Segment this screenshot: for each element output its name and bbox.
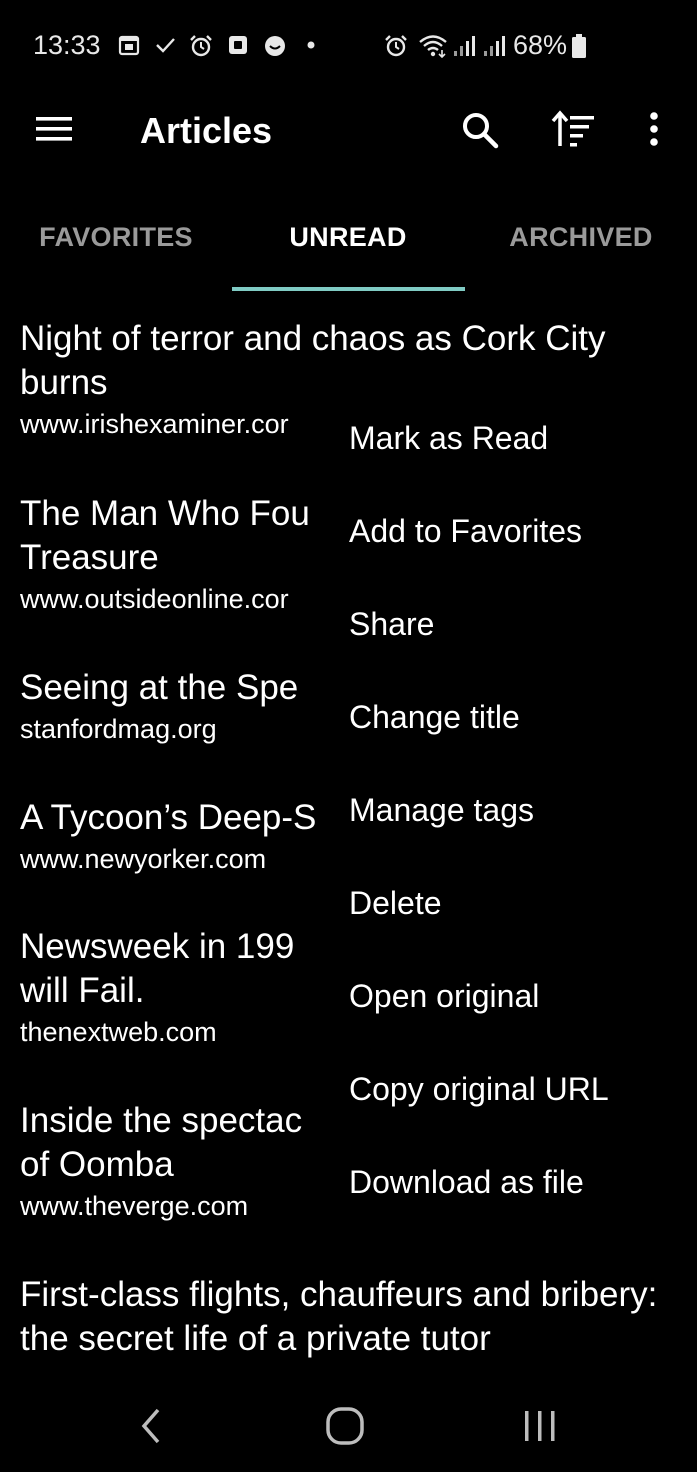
article-title: Inside the spectac of Oomba bbox=[20, 1101, 303, 1184]
search-icon[interactable] bbox=[460, 110, 500, 150]
menu-item-add-favorites[interactable]: Add to Favorites bbox=[349, 513, 582, 550]
tab-bar: FAVORITES UNREAD ARCHIVED bbox=[0, 200, 697, 295]
alarm-icon bbox=[385, 35, 407, 57]
tab-archived[interactable]: ARCHIVED bbox=[465, 222, 697, 253]
tab-indicator bbox=[232, 287, 465, 291]
status-time: 13:33 bbox=[33, 30, 101, 60]
menu-item-copy-url[interactable]: Copy original URL bbox=[349, 1071, 609, 1108]
calendar-icon bbox=[118, 35, 140, 56]
recent-apps-icon[interactable] bbox=[522, 1408, 558, 1444]
battery-percent: 68% bbox=[513, 30, 568, 60]
tab-unread[interactable]: UNREAD bbox=[232, 222, 464, 253]
article-title: Newsweek in 199 will Fail. bbox=[20, 927, 295, 1010]
status-bar: 13:33 68% bbox=[0, 0, 697, 92]
wifi-icon bbox=[419, 35, 447, 58]
menu-icon[interactable] bbox=[34, 114, 74, 144]
menu-item-change-title[interactable]: Change title bbox=[349, 699, 520, 736]
sort-icon[interactable] bbox=[550, 110, 596, 150]
signal-icon bbox=[454, 36, 475, 56]
article-title: First-class flights, chauffeurs and brib… bbox=[20, 1275, 658, 1358]
article-title: The Man Who Fou Treasure bbox=[20, 494, 310, 577]
system-nav-bar bbox=[0, 1378, 697, 1472]
menu-item-manage-tags[interactable]: Manage tags bbox=[349, 792, 534, 829]
smiley-app-icon bbox=[265, 36, 285, 56]
page-title: Articles bbox=[140, 110, 273, 151]
more-vert-icon[interactable] bbox=[646, 110, 662, 150]
battery-icon bbox=[572, 34, 586, 58]
check-icon bbox=[156, 38, 175, 53]
back-icon[interactable] bbox=[136, 1406, 164, 1446]
menu-item-open-original[interactable]: Open original bbox=[349, 978, 539, 1015]
menu-item-delete[interactable]: Delete bbox=[349, 885, 442, 922]
signal-icon bbox=[484, 36, 505, 56]
context-menu: Mark as Read Add to Favorites Share Chan… bbox=[318, 392, 697, 1248]
home-icon[interactable] bbox=[325, 1406, 365, 1446]
alarm-icon bbox=[190, 35, 212, 57]
tab-favorites[interactable]: FAVORITES bbox=[0, 222, 232, 253]
menu-item-share[interactable]: Share bbox=[349, 606, 434, 643]
square-app-icon bbox=[229, 36, 247, 54]
dot-icon bbox=[307, 41, 315, 49]
app-bar: Articles bbox=[0, 92, 697, 172]
menu-item-download-file[interactable]: Download as file bbox=[349, 1164, 584, 1201]
list-item[interactable]: First-class flights, chauffeurs and brib… bbox=[20, 1273, 675, 1361]
menu-item-mark-read[interactable]: Mark as Read bbox=[349, 420, 548, 457]
